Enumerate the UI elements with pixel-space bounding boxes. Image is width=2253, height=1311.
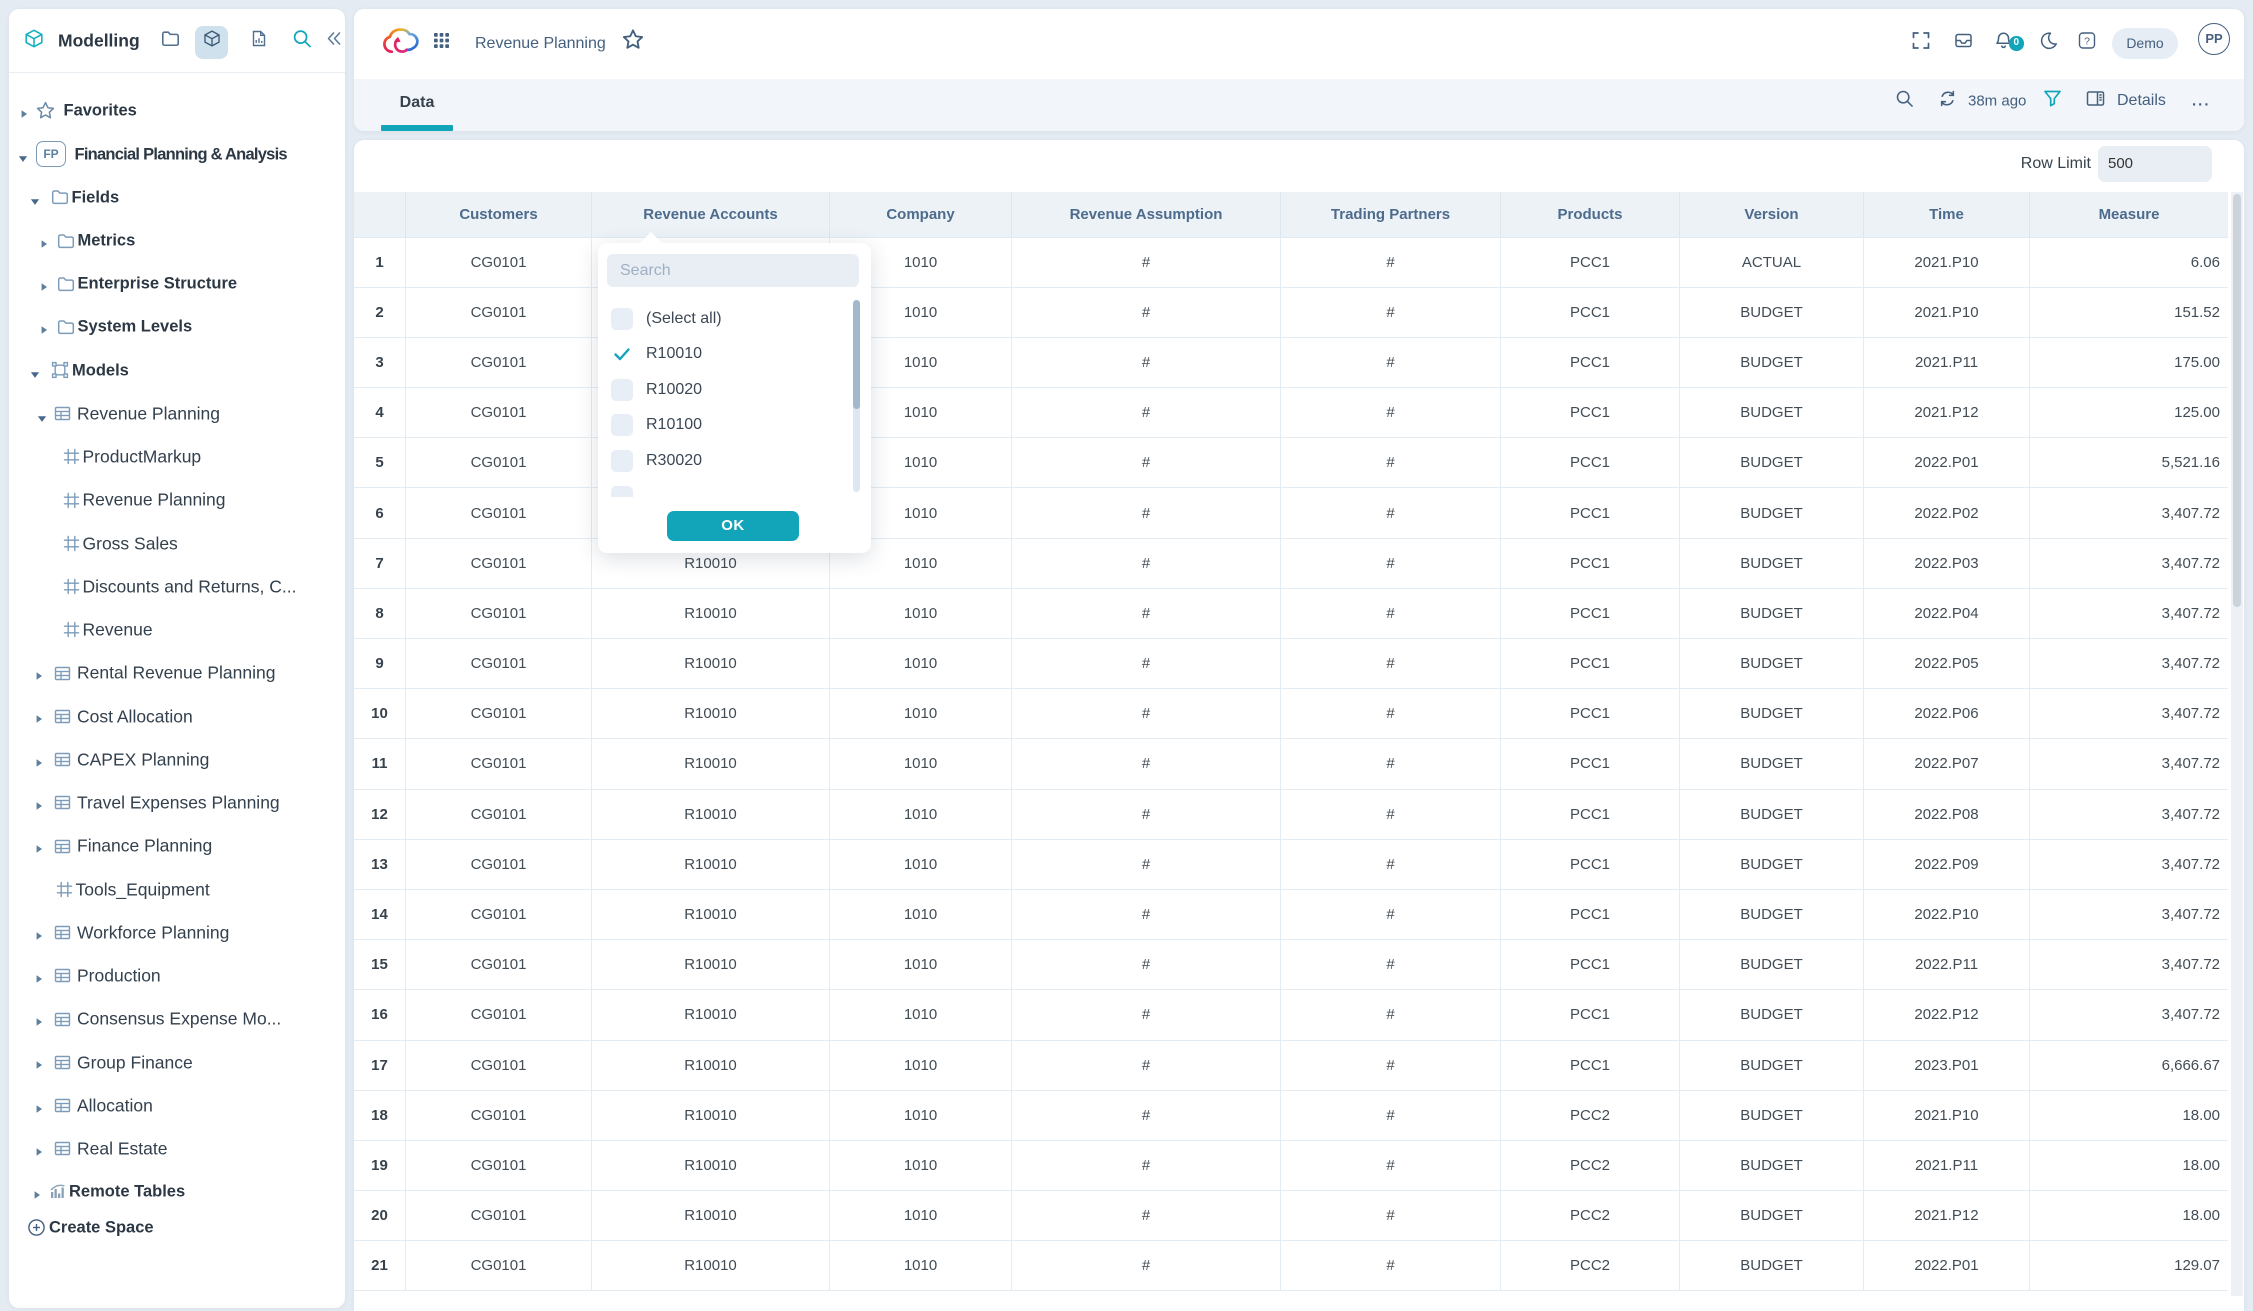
svg-text:?: ? <box>2084 35 2090 47</box>
